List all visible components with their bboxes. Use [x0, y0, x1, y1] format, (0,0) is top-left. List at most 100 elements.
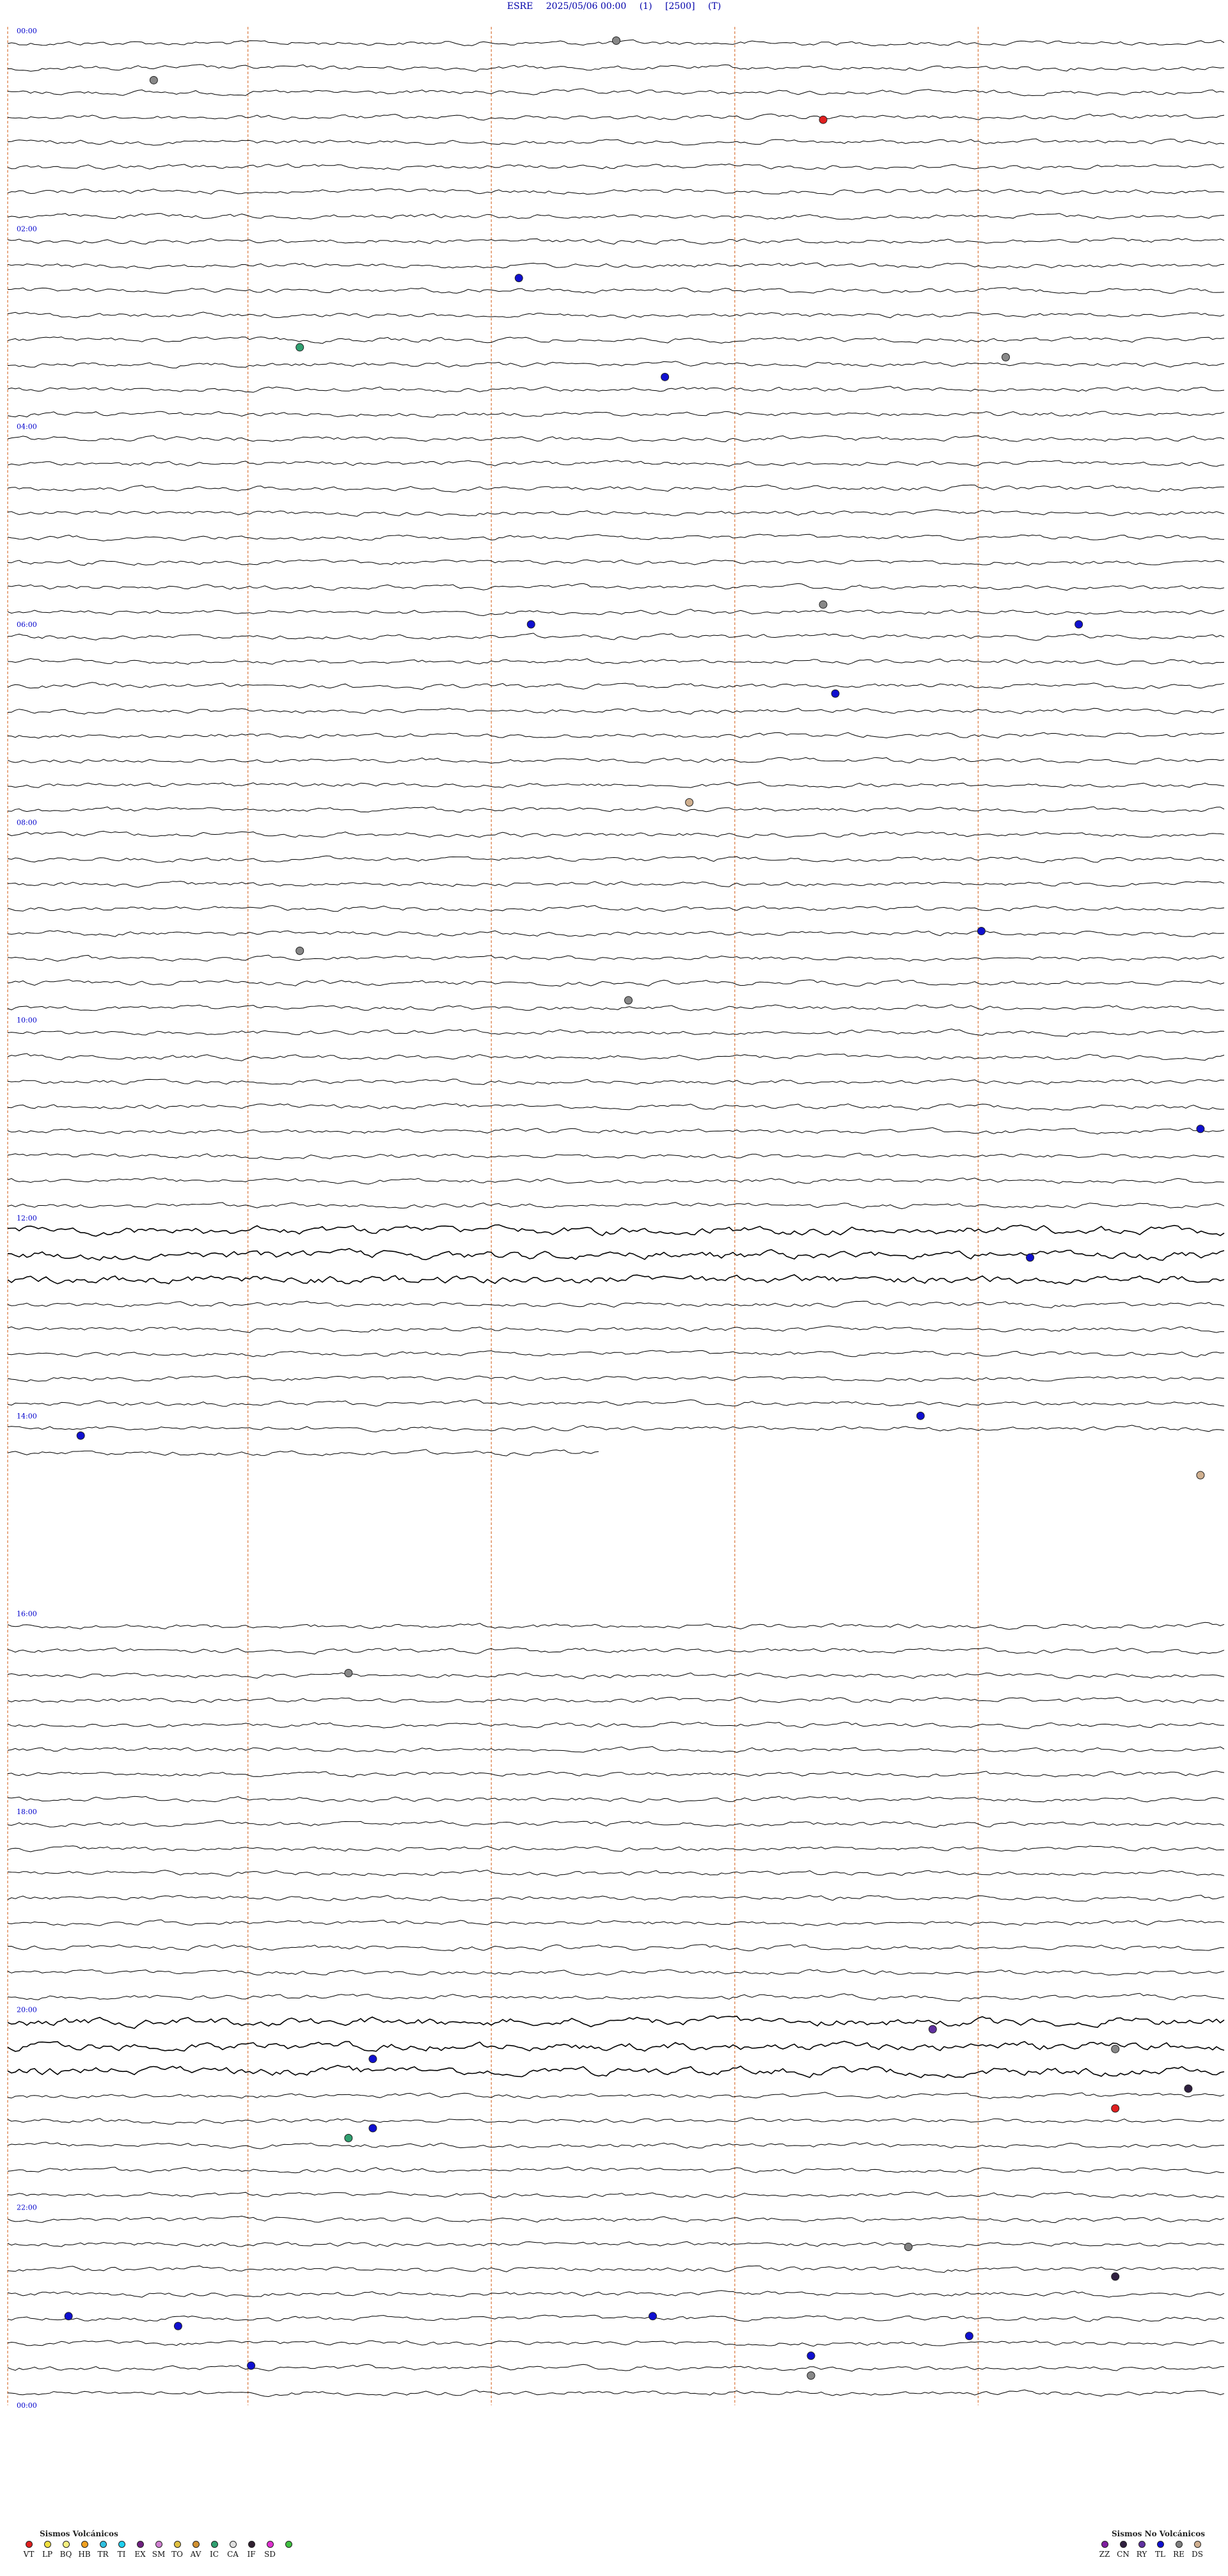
time-label: 02:00 [17, 225, 37, 233]
event-marker[interactable] [819, 600, 828, 609]
event-marker[interactable] [916, 1411, 925, 1420]
trace-line [7, 1248, 1225, 1261]
event-marker[interactable] [807, 2371, 815, 2380]
legend-item: TI [112, 2541, 131, 2559]
trace-line [7, 435, 1225, 443]
trace-line [7, 1696, 1224, 1703]
trace-line [7, 881, 1225, 888]
legend-code: IC [210, 2550, 219, 2559]
trace-line [7, 1004, 1225, 1011]
legend-dot-icon [25, 2541, 33, 2548]
legend-dot-icon [173, 2541, 181, 2548]
event-marker[interactable] [344, 1668, 353, 1677]
event-marker[interactable] [1026, 1253, 1035, 1262]
event-marker[interactable] [514, 274, 523, 283]
legend-item: CN [1114, 2541, 1133, 2559]
trace-line [7, 2340, 1225, 2347]
time-label: 04:00 [17, 423, 37, 431]
event-marker[interactable] [76, 1431, 85, 1440]
time-label: 20:00 [17, 2005, 37, 2014]
trace-line [7, 2092, 1225, 2099]
trace-line [7, 2241, 1225, 2248]
event-marker[interactable] [526, 620, 535, 629]
trace-line [7, 1079, 1225, 1086]
event-marker[interactable] [64, 2312, 73, 2321]
trace-line [7, 237, 1225, 245]
event-marker[interactable] [977, 926, 986, 935]
time-label: 22:00 [17, 2204, 37, 2212]
event-marker[interactable] [819, 115, 828, 124]
event-marker[interactable] [247, 2361, 256, 2370]
event-marker[interactable] [807, 2351, 815, 2360]
event-marker[interactable] [661, 372, 670, 381]
legend-code: AV [190, 2550, 201, 2559]
trace-line [7, 757, 1225, 764]
event-marker[interactable] [1111, 2272, 1120, 2281]
trace-line [7, 1127, 1225, 1135]
legend-dot-icon [81, 2541, 88, 2548]
trace-line [7, 163, 1225, 171]
legend-item: LP [38, 2541, 57, 2559]
legend-item: ZZ [1095, 2541, 1114, 2559]
trace-line [7, 533, 1225, 542]
event-marker[interactable] [344, 2133, 353, 2142]
event-marker[interactable] [685, 798, 694, 807]
event-marker[interactable] [1196, 1125, 1205, 1134]
trace-line [7, 732, 1225, 739]
event-marker[interactable] [295, 343, 304, 352]
event-marker[interactable] [1184, 2084, 1193, 2093]
trace-line [7, 707, 1225, 715]
legend-item: TO [168, 2541, 187, 2559]
event-marker[interactable] [1074, 620, 1083, 629]
trace-line [7, 484, 1225, 493]
legend-item: SM [149, 2541, 168, 2559]
event-marker[interactable] [612, 36, 620, 45]
legend-dot-icon [192, 2541, 200, 2548]
legend-dot-icon [136, 2541, 144, 2548]
trace-line [7, 2290, 1225, 2298]
event-marker[interactable] [1196, 1471, 1205, 1480]
time-label: 10:00 [17, 1016, 37, 1025]
helicorder-plot: 00:00 02:00 04:00 06:00 08:00 10:00 12:00 14:00… [7, 27, 1225, 2410]
trace-line [7, 188, 1225, 195]
trace-line [7, 1869, 1225, 1877]
trace-line [7, 2314, 1225, 2322]
event-marker[interactable] [928, 2025, 937, 2034]
trace-line [7, 682, 1225, 690]
legend-volcanic-title: Sismos Volcánicos [40, 2529, 118, 2538]
event-marker[interactable] [964, 2332, 973, 2341]
event-marker[interactable] [1001, 352, 1010, 361]
event-marker[interactable] [1111, 2104, 1120, 2113]
legend-code: BQ [59, 2550, 72, 2559]
legend-code: TL [1155, 2550, 1165, 2559]
trace-line [7, 138, 1225, 146]
legend-item: AV [186, 2541, 205, 2559]
legend-code: TR [97, 2550, 109, 2559]
trace-line [7, 1647, 1225, 1655]
trace-line [7, 1425, 1225, 1433]
trace-line [7, 2064, 1225, 2078]
event-marker[interactable] [624, 996, 633, 1005]
event-marker[interactable] [831, 689, 840, 698]
time-label: 12:00 [17, 1214, 37, 1222]
trace-line [7, 1202, 1225, 1210]
legend-dot-icon [1175, 2541, 1183, 2548]
event-marker[interactable] [904, 2243, 913, 2252]
trace-line [7, 1721, 1224, 1729]
trace-line [7, 608, 1225, 617]
trace-line [7, 1274, 1225, 1285]
event-marker[interactable] [173, 2321, 182, 2330]
event-marker[interactable] [149, 75, 158, 84]
event-marker[interactable] [1111, 2044, 1120, 2053]
legend-dot-icon [62, 2541, 70, 2548]
time-labels: 00:00 02:00 04:00 06:00 08:00 10:00 12:00 14:00… [17, 27, 37, 2410]
event-marker[interactable] [368, 2124, 377, 2133]
event-marker[interactable] [649, 2312, 657, 2321]
event-marker[interactable] [295, 946, 304, 955]
trace-line [7, 2016, 1225, 2029]
trace-line [7, 336, 1225, 344]
trace-line [7, 2192, 1225, 2199]
event-marker[interactable] [368, 2055, 377, 2064]
legend-item: CA [223, 2541, 242, 2559]
legend-dot-icon [1156, 2541, 1164, 2548]
